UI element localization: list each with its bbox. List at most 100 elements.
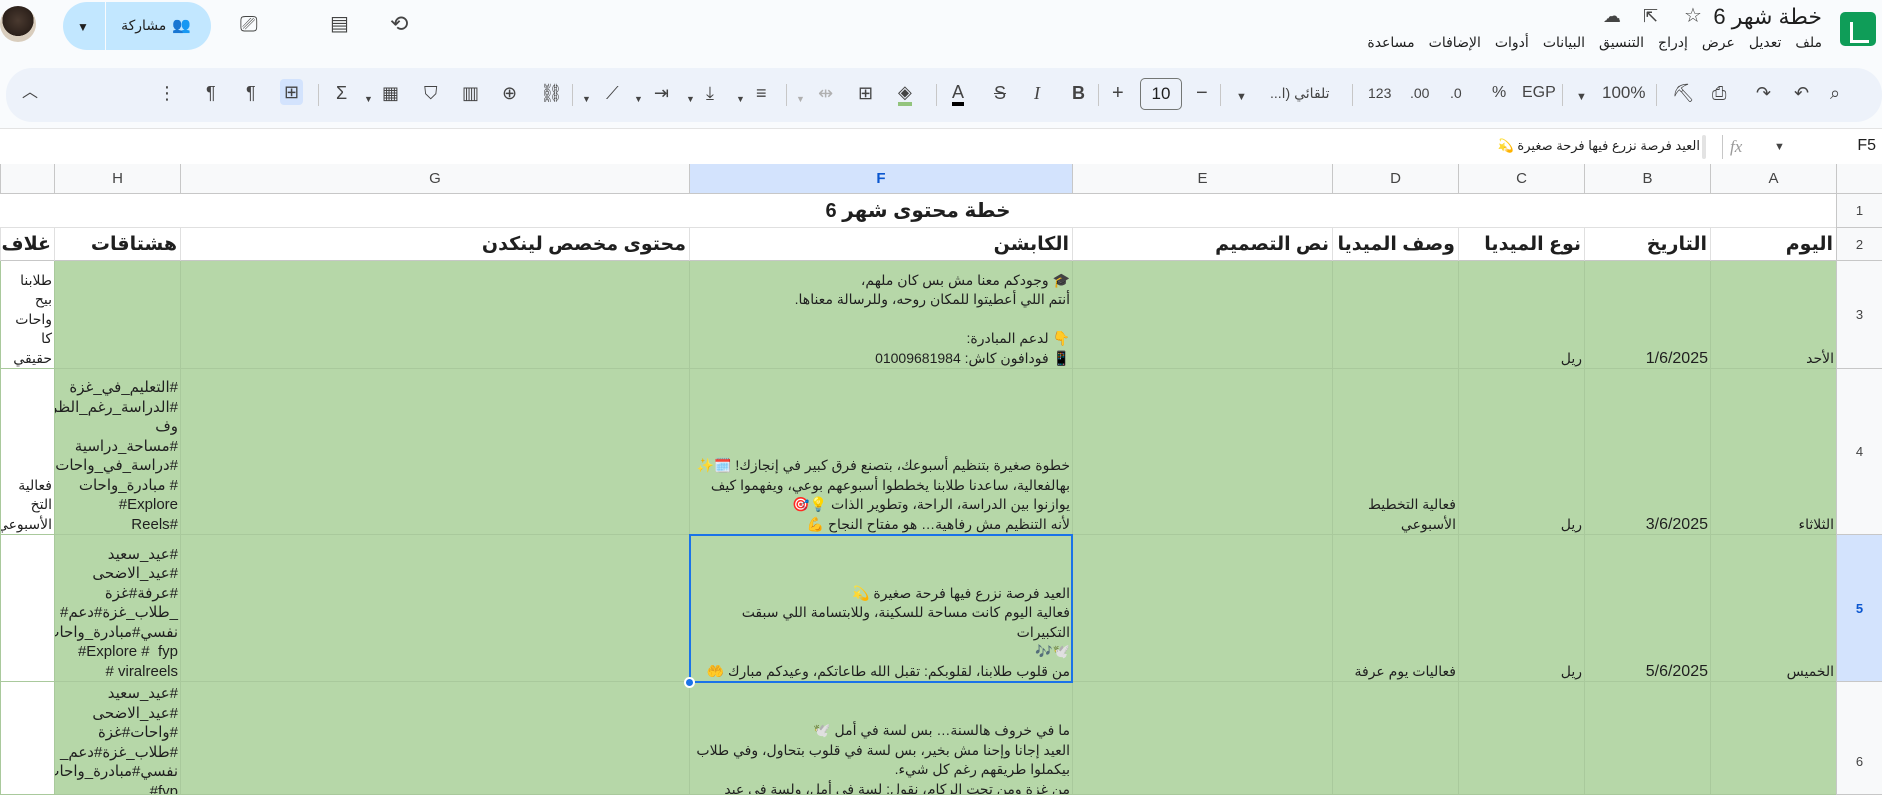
cell-b6[interactable] xyxy=(1584,682,1710,795)
menu-data[interactable]: البيانات xyxy=(1543,34,1585,51)
menu-view[interactable]: عرض xyxy=(1702,34,1735,51)
rotation-dropdown-icon[interactable]: ▼ xyxy=(582,88,591,110)
column-header-i[interactable] xyxy=(0,164,54,194)
cell-f4[interactable]: خطوة صغيرة بتنظيم أسبوعك، بتصنع فرق كبير… xyxy=(689,369,1072,535)
cell-e3[interactable] xyxy=(1072,261,1332,369)
column-header-f[interactable]: F xyxy=(689,164,1072,194)
cell-g5[interactable] xyxy=(180,535,689,682)
formula-input[interactable]: العيد فرصة نزرع فيها فرحة صغيرة 💫 xyxy=(1498,138,1700,154)
valign-dropdown-icon[interactable]: ▼ xyxy=(686,88,695,110)
document-title[interactable]: خطة شهر 6 xyxy=(1713,4,1822,30)
cell-g6[interactable] xyxy=(180,682,689,795)
cell-e4[interactable] xyxy=(1072,369,1332,535)
rtl-direction-icon[interactable]: ¶ xyxy=(206,82,216,104)
strikethrough-button[interactable]: S xyxy=(994,82,1006,104)
sheets-logo-icon[interactable] xyxy=(1840,12,1876,46)
cell-a6[interactable] xyxy=(1710,682,1836,795)
cell-i3[interactable]: طلابنا بيح واحات كا حقيقي xyxy=(0,261,54,369)
cell-i6[interactable] xyxy=(0,682,54,795)
more-formats-button[interactable]: 123 xyxy=(1368,82,1391,104)
name-box[interactable]: F5 xyxy=(1857,137,1876,155)
cell-b4[interactable]: 3/6/2025 xyxy=(1584,369,1710,535)
cell-h6[interactable]: #عيد_سعيد #عيد_الاضحى #واحات#غزة #طلاب_غ… xyxy=(54,682,180,795)
percent-format-button[interactable]: % xyxy=(1492,82,1506,104)
menu-insert[interactable]: إدراج xyxy=(1658,34,1688,51)
cell-d6[interactable] xyxy=(1332,682,1458,795)
insert-comment-icon[interactable]: ⊕ xyxy=(502,82,517,104)
cell-f5[interactable]: العيد فرصة نزرع فيها فرحة صغيرة 💫 فعالية… xyxy=(689,535,1072,682)
insert-chart-icon[interactable]: ▥ xyxy=(462,82,479,104)
cell-a4[interactable]: الثلاثاء xyxy=(1710,369,1836,535)
cell-f3[interactable]: 🎓 وجودكم معنا مش بس كان ملهم، أنتم اللي … xyxy=(689,261,1072,369)
cell-e6[interactable] xyxy=(1072,682,1332,795)
filter-views-dropdown-icon[interactable]: ▼ xyxy=(364,88,373,110)
cell-b5[interactable]: 5/6/2025 xyxy=(1584,535,1710,682)
vertical-align-icon[interactable]: ⤓ xyxy=(706,82,714,104)
cell-c3[interactable]: ريل xyxy=(1458,261,1584,369)
avatar[interactable] xyxy=(0,6,36,42)
select-all-corner[interactable] xyxy=(1836,164,1882,194)
borders-icon[interactable]: ⊞ xyxy=(858,82,873,104)
zoom-dropdown-icon[interactable]: ▼ xyxy=(1576,86,1587,108)
column-header-g[interactable]: G xyxy=(180,164,689,194)
text-rotation-icon[interactable]: ⟋ xyxy=(606,82,619,104)
fill-color-icon[interactable]: ◈ xyxy=(898,82,912,106)
ltr-direction-icon[interactable]: ¶ xyxy=(246,82,256,104)
freeze-icon[interactable]: ⊞ xyxy=(280,79,304,105)
font-size-input[interactable]: 10 xyxy=(1140,78,1182,110)
cloud-status-icon[interactable]: ☁ xyxy=(1603,6,1621,26)
zoom-select[interactable]: 100% xyxy=(1602,82,1645,104)
move-folder-icon[interactable]: ⇱ xyxy=(1643,6,1658,26)
cell-a3[interactable]: الأحد xyxy=(1710,261,1836,369)
insert-link-icon[interactable]: ⛓ xyxy=(540,82,563,104)
cell-h5[interactable]: #عيد_سعيد #عيد_الاضحى #عرفة#غزة _طلاب_غز… xyxy=(54,535,180,682)
share-button[interactable]: 👥 مشاركة ▼ xyxy=(63,2,211,50)
star-icon[interactable]: ☆ xyxy=(1684,6,1702,26)
column-header-e[interactable]: E xyxy=(1072,164,1332,194)
header-date[interactable]: التاريخ xyxy=(1584,228,1710,261)
cell-a5[interactable]: الخميس xyxy=(1710,535,1836,682)
column-header-b[interactable]: B xyxy=(1584,164,1710,194)
decrease-decimal-button[interactable]: .0 xyxy=(1450,82,1462,104)
column-header-d[interactable]: D xyxy=(1332,164,1458,194)
halign-dropdown-icon[interactable]: ▼ xyxy=(736,88,745,110)
header-linkedin-content[interactable]: محتوى مخصص لينكدن xyxy=(180,228,689,261)
row-header-3[interactable]: 3 xyxy=(1836,261,1882,369)
cell-g3[interactable] xyxy=(180,261,689,369)
header-media-type[interactable]: نوع الميديا xyxy=(1458,228,1584,261)
redo-icon[interactable]: ↷ xyxy=(1756,82,1771,104)
row-header-5[interactable]: 5 xyxy=(1836,535,1882,682)
functions-button[interactable]: Σ xyxy=(336,82,347,104)
bold-button[interactable]: B xyxy=(1072,82,1085,104)
currency-format-button[interactable]: EGP xyxy=(1522,82,1556,104)
print-icon[interactable]: ⎙ xyxy=(1712,82,1726,104)
column-header-a[interactable]: A xyxy=(1710,164,1836,194)
filter-icon[interactable]: ⛉ xyxy=(424,82,438,104)
horizontal-align-icon[interactable]: ≡ xyxy=(756,82,767,104)
menu-help[interactable]: مساعدة xyxy=(1367,34,1414,51)
wrap-dropdown-icon[interactable]: ▼ xyxy=(634,88,643,110)
header-hashtags[interactable]: هشتاقات xyxy=(54,228,180,261)
header-caption[interactable]: الكابشن xyxy=(689,228,1072,261)
meet-icon[interactable]: ⎚ xyxy=(240,13,258,35)
font-dropdown-icon[interactable]: ▼ xyxy=(1236,86,1247,108)
header-design-text[interactable]: نص التصميم xyxy=(1072,228,1332,261)
share-dropdown-icon[interactable]: ▼ xyxy=(77,20,89,34)
search-menus-icon[interactable]: ⌕ xyxy=(1830,82,1840,104)
cell-c4[interactable]: ريل xyxy=(1458,369,1584,535)
undo-icon[interactable]: ↶ xyxy=(1794,82,1809,104)
filter-views-icon[interactable]: ▦ xyxy=(382,82,399,104)
cell-g4[interactable] xyxy=(180,369,689,535)
cell-e5[interactable] xyxy=(1072,535,1332,682)
cell-h3[interactable] xyxy=(54,261,180,369)
menu-extensions[interactable]: الإضافات xyxy=(1429,34,1481,51)
column-header-h[interactable]: H xyxy=(54,164,180,194)
cell-c5[interactable]: ريل xyxy=(1458,535,1584,682)
collapse-toolbar-icon[interactable]: ︿ xyxy=(22,82,38,104)
increase-decimal-button[interactable]: .00 xyxy=(1410,82,1429,104)
row-header-4[interactable]: 4 xyxy=(1836,369,1882,535)
menu-edit[interactable]: تعديل xyxy=(1749,34,1782,51)
menu-tools[interactable]: أدوات xyxy=(1495,34,1529,51)
italic-button[interactable]: I xyxy=(1034,82,1040,104)
text-color-button[interactable]: A xyxy=(952,82,965,106)
